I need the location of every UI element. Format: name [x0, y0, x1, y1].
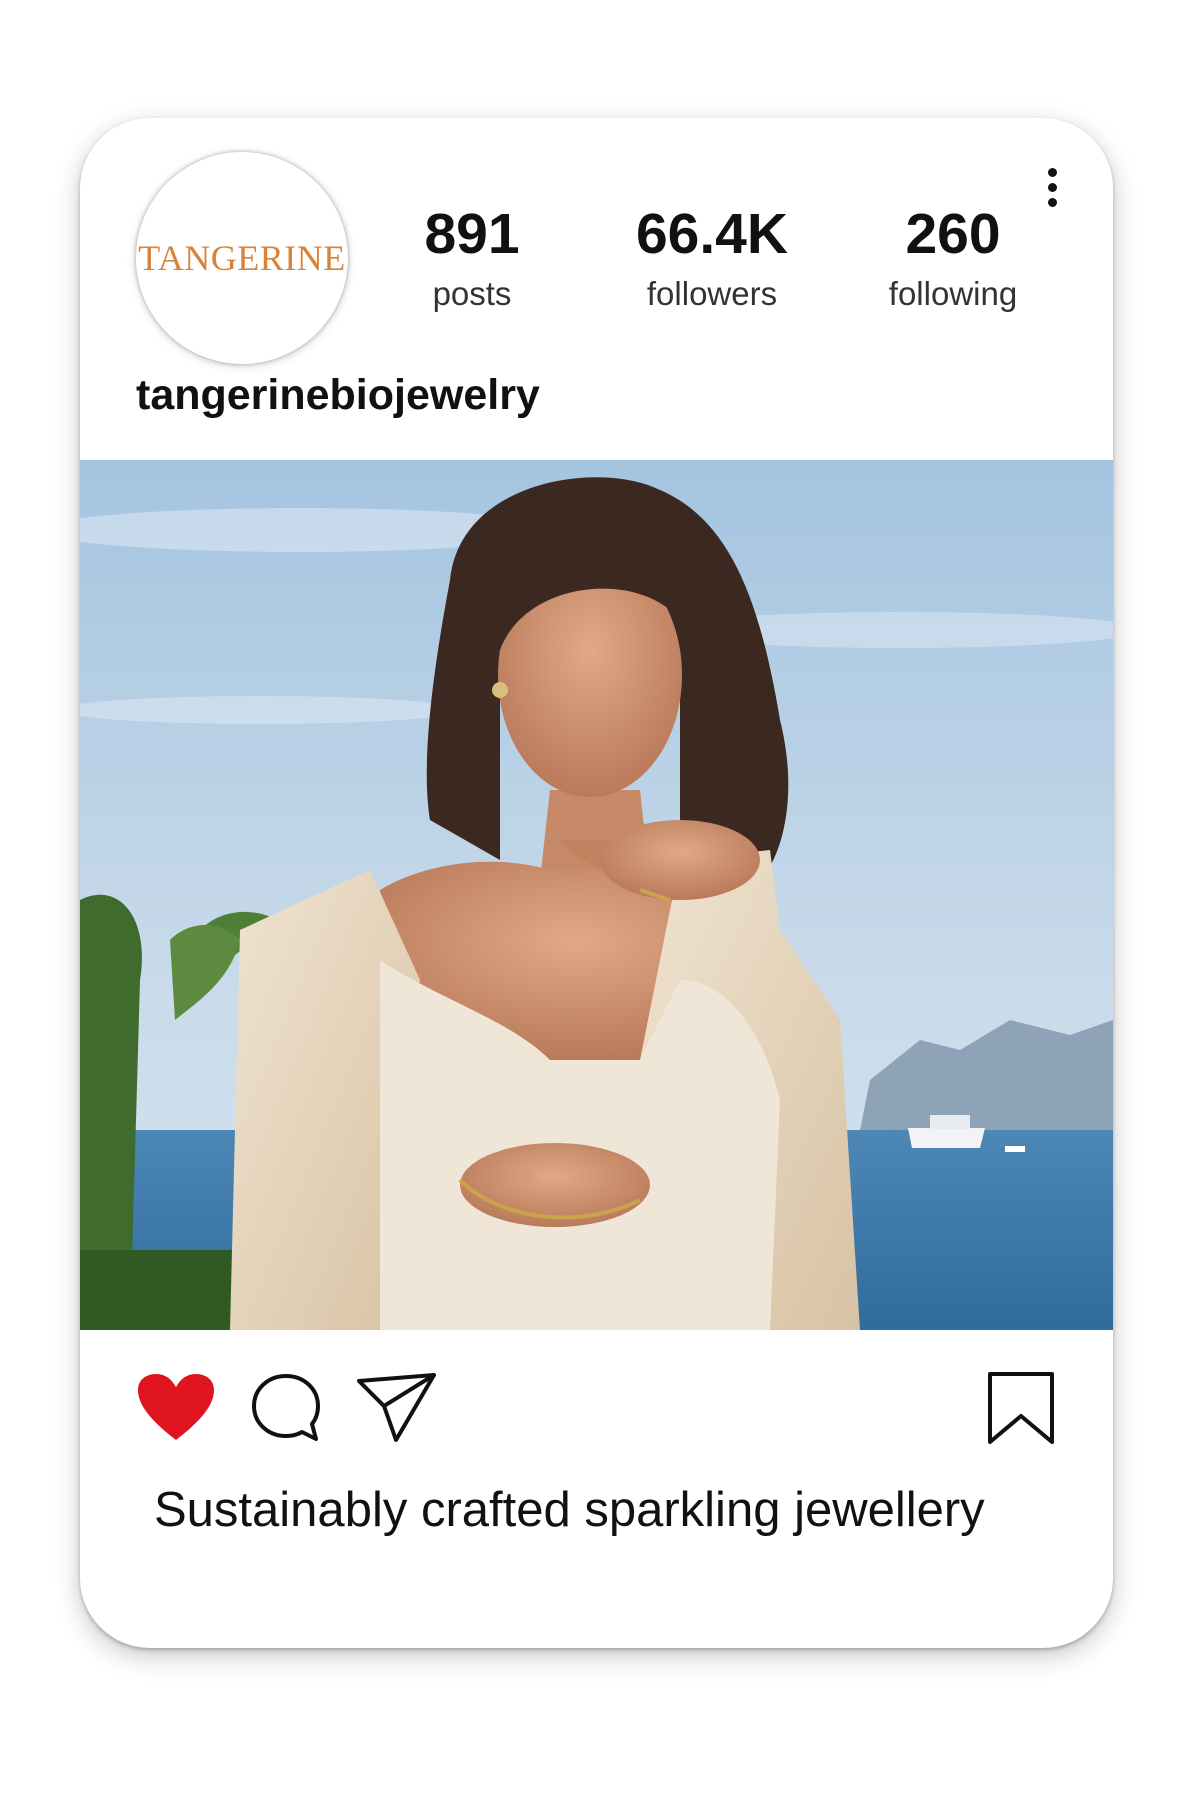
- heart-icon[interactable]: [136, 1372, 216, 1442]
- stat-following-label: following: [888, 275, 1018, 312]
- brand-logo: TANGERINE: [138, 238, 346, 278]
- post-image[interactable]: [80, 460, 1113, 1330]
- stat-followers-label: followers: [646, 275, 778, 312]
- post-card: TANGERINE 891 posts 66.4K followers 260 …: [80, 118, 1113, 1648]
- stat-followers-value: 66.4K: [635, 202, 789, 266]
- avatar[interactable]: TANGERINE: [136, 152, 348, 364]
- username[interactable]: tangerinebiojewelry: [136, 371, 540, 420]
- stat-posts-value: 891: [424, 202, 520, 266]
- stat-posts-label: posts: [432, 275, 512, 312]
- send-icon[interactable]: [356, 1372, 438, 1444]
- post-actions: [80, 1366, 1113, 1446]
- stat-posts[interactable]: 891 posts: [372, 202, 572, 312]
- stat-followers[interactable]: 66.4K followers: [612, 202, 812, 312]
- bookmark-icon[interactable]: [986, 1370, 1056, 1446]
- comment-icon[interactable]: [250, 1372, 322, 1444]
- stat-following-value: 260: [905, 202, 1001, 266]
- post-caption: Sustainably crafted sparkling jewellery: [154, 1483, 985, 1537]
- stat-following[interactable]: 260 following: [853, 202, 1053, 312]
